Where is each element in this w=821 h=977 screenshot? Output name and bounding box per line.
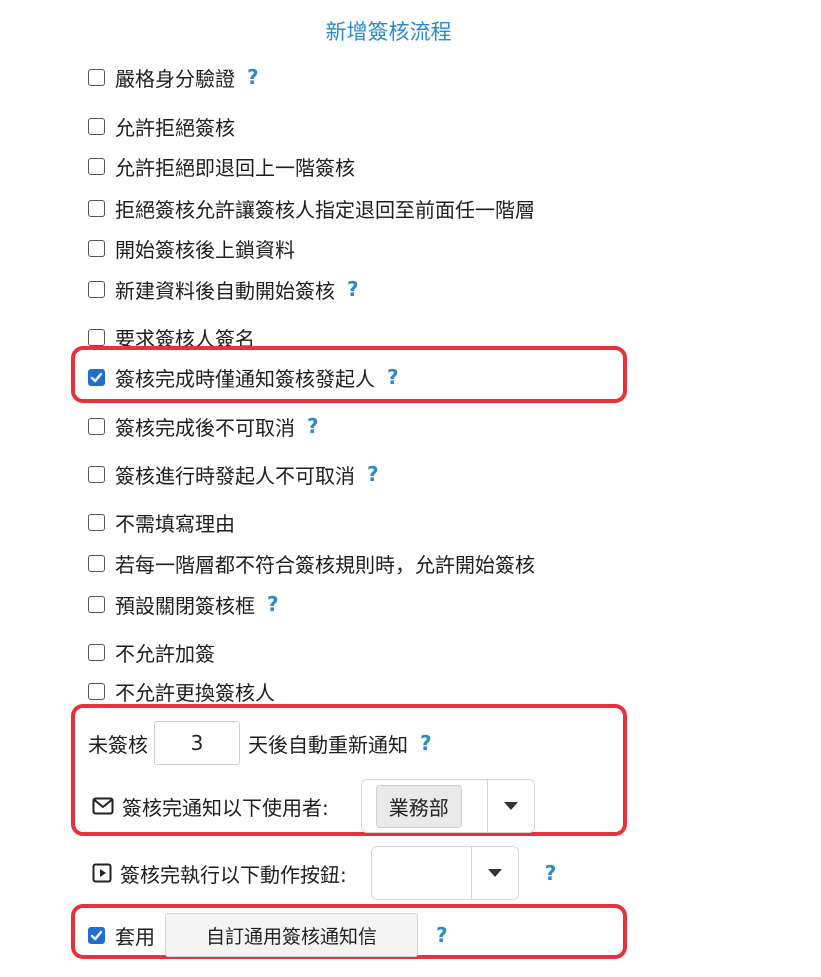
checkbox[interactable]	[88, 117, 105, 135]
option-reject-choose-level[interactable]: 拒絕簽核允許讓簽核人指定退回至前面任一階層	[88, 193, 535, 223]
page-title: 新增簽核流程	[325, 20, 452, 44]
help-icon[interactable]: ?	[307, 414, 319, 438]
action-button-label: 簽核完執行以下動作按鈕:	[120, 862, 347, 887]
checkbox[interactable]	[88, 465, 105, 483]
option-allow-start-no-rule[interactable]: 若每一階層都不符合簽核規則時，允許開始簽核	[88, 548, 535, 578]
option-label: 不允許加簽	[115, 641, 215, 666]
chevron-down-icon[interactable]	[486, 780, 534, 832]
notify-users-select[interactable]: 業務部	[360, 779, 535, 833]
option-label: 不允許更換簽核人	[115, 680, 275, 705]
option-label: 簽核完成時僅通知簽核發起人	[115, 366, 375, 391]
renotify-row: 未簽核 天後自動重新通知 ?	[88, 721, 432, 765]
option-label: 新建資料後自動開始簽核	[115, 278, 335, 303]
action-button-row: 簽核完執行以下動作按鈕: ?	[92, 846, 556, 900]
option-notify-initiator-only[interactable]: 簽核完成時僅通知簽核發起人 ?	[88, 362, 399, 392]
help-icon[interactable]: ?	[247, 65, 259, 89]
option-no-reason[interactable]: 不需填寫理由	[88, 507, 235, 537]
option-label: 若每一階層都不符合簽核規則時，允許開始簽核	[115, 552, 535, 577]
check-icon	[90, 372, 103, 382]
checkbox[interactable]	[88, 199, 105, 217]
option-initiator-no-cancel[interactable]: 簽核進行時發起人不可取消 ?	[88, 459, 379, 489]
option-no-change-signer[interactable]: 不允許更換簽核人	[88, 676, 275, 706]
option-label: 允許拒絕簽核	[115, 115, 235, 140]
custom-notification-button[interactable]: 自訂通用簽核通知信	[165, 913, 419, 957]
play-box-icon	[92, 863, 112, 883]
checkbox[interactable]	[88, 595, 105, 613]
action-button-select[interactable]	[370, 846, 519, 900]
notify-users-row: 簽核完通知以下使用者: 業務部	[92, 779, 535, 833]
help-icon[interactable]: ?	[420, 731, 432, 755]
check-icon	[90, 930, 103, 940]
checkbox[interactable]	[88, 513, 105, 531]
chevron-down-icon[interactable]	[470, 847, 518, 899]
checkbox-checked[interactable]	[88, 926, 105, 944]
help-icon[interactable]: ?	[347, 277, 359, 301]
help-icon[interactable]: ?	[436, 923, 448, 947]
option-no-add-signer[interactable]: 不允許加簽	[88, 637, 215, 667]
checkbox[interactable]	[88, 554, 105, 572]
option-strict-identity[interactable]: 嚴格身分驗證 ?	[88, 62, 259, 92]
option-default-close-box[interactable]: 預設關閉簽核框 ?	[88, 589, 279, 619]
apply-row: 套用 自訂通用簽核通知信 ?	[88, 913, 448, 957]
checkbox[interactable]	[88, 328, 105, 346]
option-label: 預設關閉簽核框	[115, 593, 255, 618]
option-label: 嚴格身分驗證	[115, 66, 235, 91]
notify-users-label: 簽核完通知以下使用者:	[122, 795, 329, 820]
renotify-suffix: 天後自動重新通知	[248, 732, 408, 757]
checkbox[interactable]	[88, 280, 105, 298]
help-icon[interactable]: ?	[267, 592, 279, 616]
checkbox[interactable]	[88, 239, 105, 257]
apply-label: 套用	[115, 924, 155, 949]
option-no-cancel-after-complete[interactable]: 簽核完成後不可取消 ?	[88, 411, 319, 441]
help-icon[interactable]: ?	[387, 365, 399, 389]
checkbox-checked[interactable]	[88, 368, 105, 386]
renotify-prefix: 未簽核	[88, 732, 148, 757]
option-label: 開始簽核後上鎖資料	[115, 237, 295, 262]
selected-tag[interactable]: 業務部	[375, 784, 462, 828]
help-icon[interactable]: ?	[367, 462, 379, 486]
mail-icon	[92, 797, 114, 815]
selected-value	[372, 847, 471, 899]
option-label: 簽核進行時發起人不可取消	[115, 463, 355, 488]
checkbox[interactable]	[88, 157, 105, 175]
help-icon[interactable]: ?	[545, 861, 557, 885]
option-auto-start[interactable]: 新建資料後自動開始簽核 ?	[88, 274, 359, 304]
option-label: 允許拒絕即退回上一階簽核	[115, 155, 355, 180]
checkbox[interactable]	[88, 643, 105, 661]
option-label: 簽核完成後不可取消	[115, 415, 295, 440]
renotify-days-input[interactable]	[154, 721, 240, 765]
option-lock-data[interactable]: 開始簽核後上鎖資料	[88, 233, 295, 263]
option-allow-reject[interactable]: 允許拒絕簽核	[88, 111, 235, 141]
checkbox[interactable]	[88, 417, 105, 435]
checkbox[interactable]	[88, 68, 105, 86]
option-label: 拒絕簽核允許讓簽核人指定退回至前面任一階層	[115, 197, 535, 222]
option-label: 不需填寫理由	[115, 511, 235, 536]
option-reject-return-previous[interactable]: 允許拒絕即退回上一階簽核	[88, 151, 355, 181]
checkbox[interactable]	[88, 682, 105, 700]
